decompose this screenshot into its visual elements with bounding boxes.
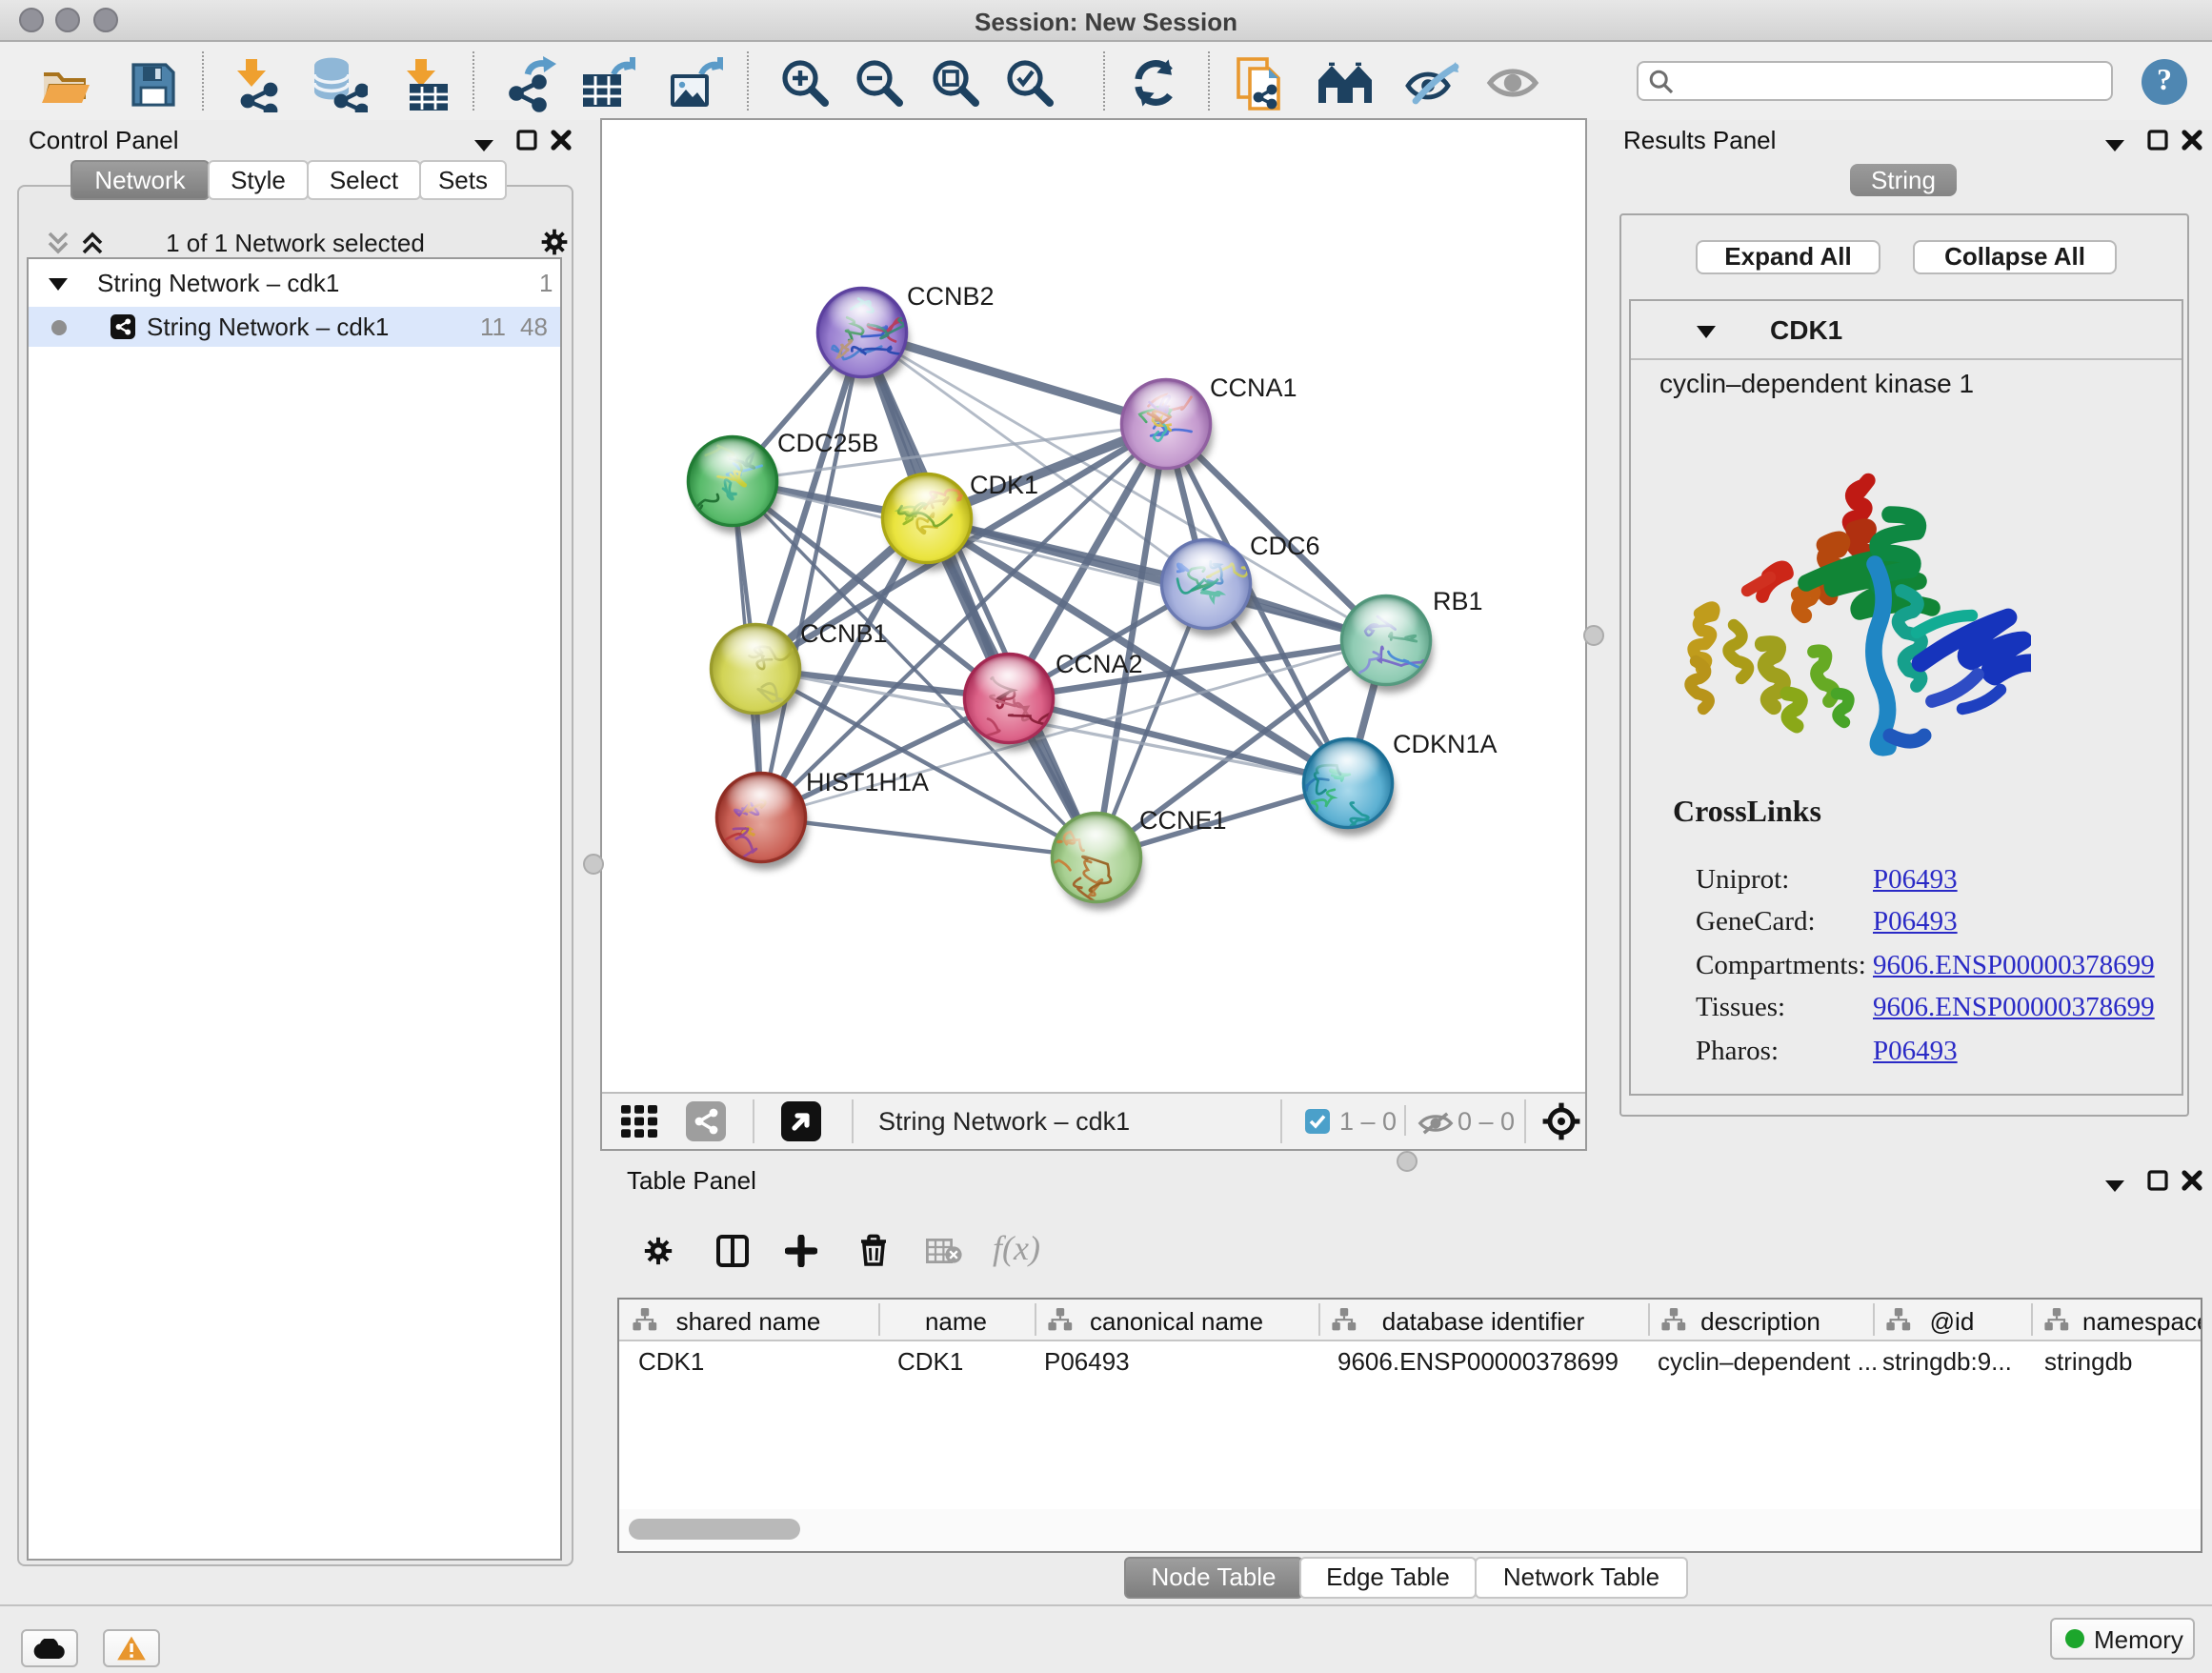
svg-text:CCNE1: CCNE1	[1139, 806, 1227, 835]
svg-text:RB1: RB1	[1433, 587, 1483, 615]
svg-text:CDC6: CDC6	[1250, 532, 1320, 560]
svg-text:CCNB2: CCNB2	[907, 282, 995, 311]
svg-text:CDK1: CDK1	[970, 471, 1038, 499]
svg-text:CCNB1: CCNB1	[800, 619, 888, 648]
svg-text:CDC25B: CDC25B	[777, 429, 879, 457]
svg-text:HIST1H1A: HIST1H1A	[806, 768, 929, 796]
svg-text:CCNA2: CCNA2	[1056, 650, 1143, 678]
svg-text:CDKN1A: CDKN1A	[1393, 730, 1498, 758]
svg-text:CCNA1: CCNA1	[1210, 373, 1297, 402]
